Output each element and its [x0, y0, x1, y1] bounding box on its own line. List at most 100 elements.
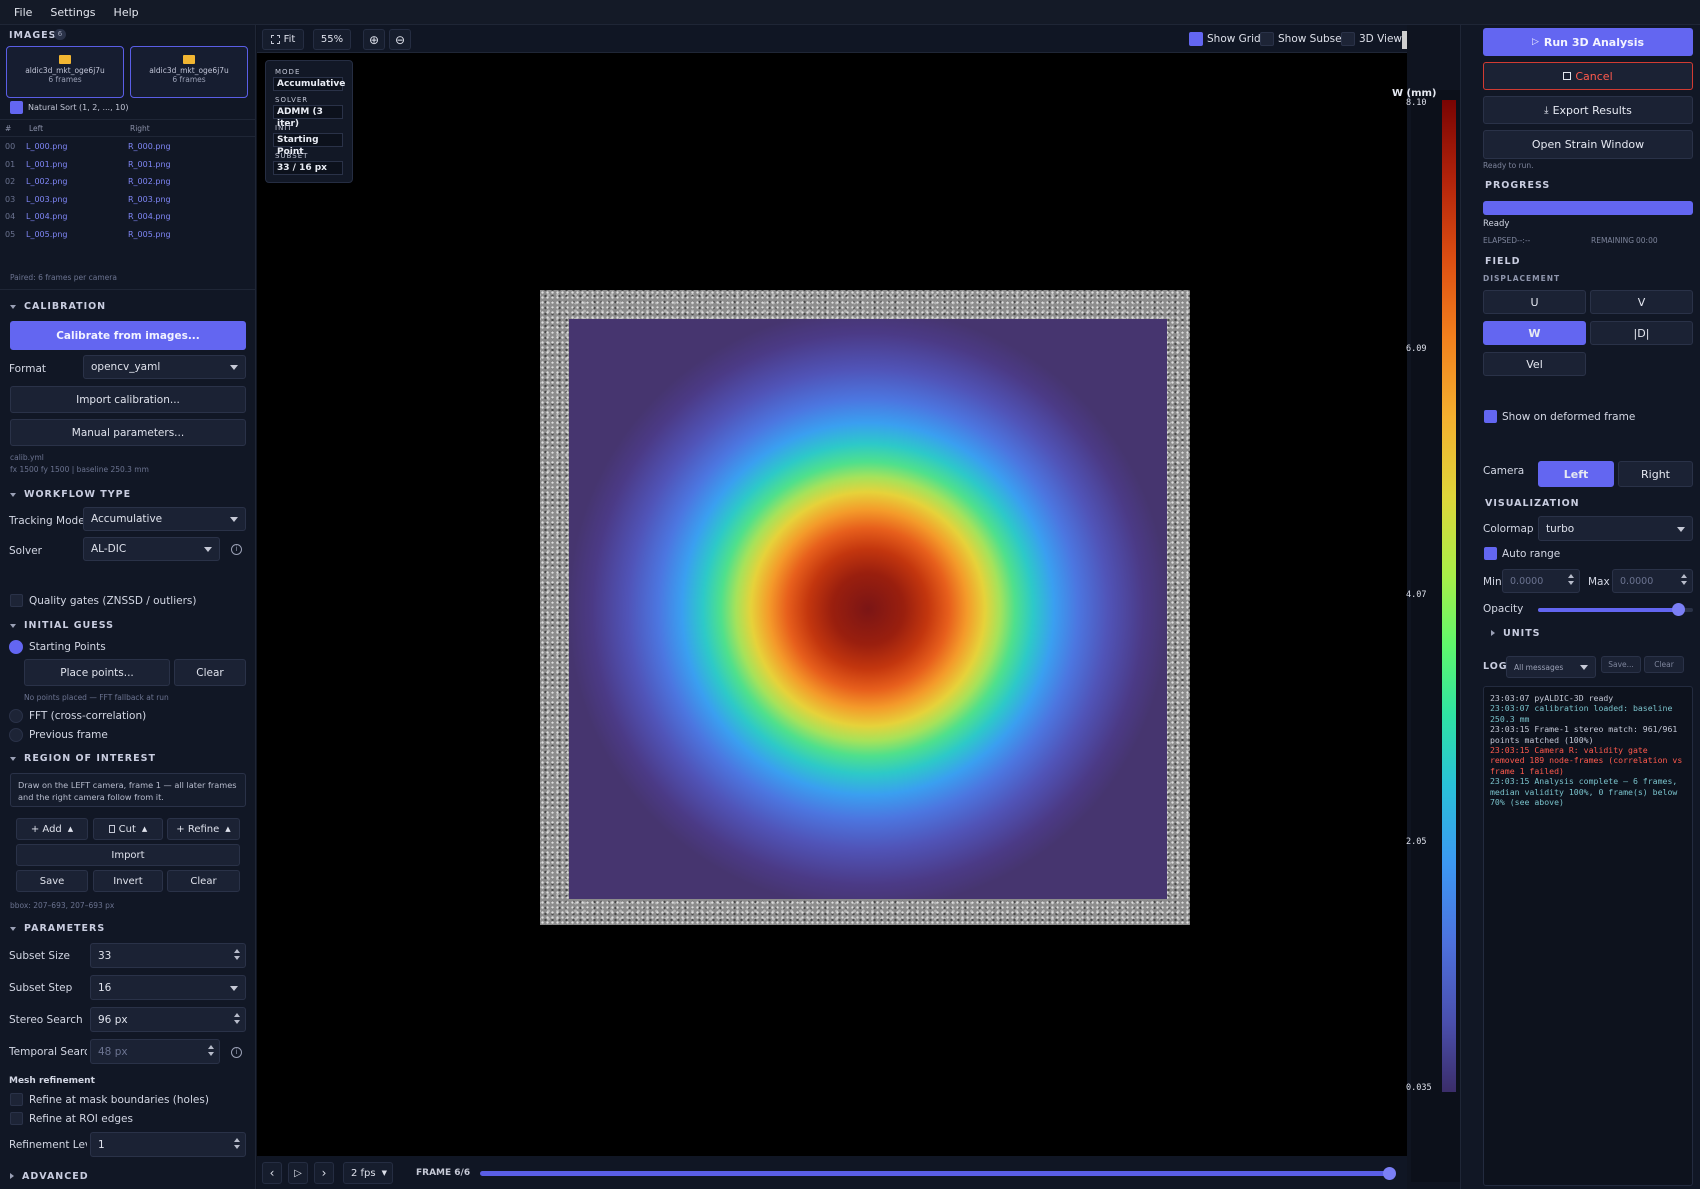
run-analysis-button[interactable]: ▷ Run 3D Analysis	[1483, 28, 1693, 56]
initial-guess-section-header[interactable]: INITIAL GUESS	[10, 620, 114, 631]
roi-add-button[interactable]: + Add ▲	[16, 818, 88, 840]
left-image-link[interactable]: L_002.png	[26, 177, 68, 186]
auto-range-checkbox[interactable]	[1484, 547, 1497, 560]
prev-frame-icon[interactable]: ‹	[262, 1162, 282, 1184]
stereo-search-spinbox[interactable]: 96 px	[90, 1007, 246, 1032]
roi-save-button[interactable]: Save	[16, 870, 88, 892]
left-image-link[interactable]: L_000.png	[26, 142, 68, 151]
zoom-out-icon[interactable]: ⊖	[389, 29, 411, 50]
field-v-button[interactable]: V	[1590, 290, 1693, 314]
units-section-header[interactable]: UNITS	[1491, 628, 1541, 639]
spin-arrows-icon[interactable]	[207, 1042, 215, 1059]
subset-step-select[interactable]: 16	[90, 975, 246, 1000]
menu-file[interactable]: File	[14, 6, 32, 19]
info-icon[interactable]: i	[231, 1047, 242, 1058]
field-u-button[interactable]: U	[1483, 290, 1586, 314]
fft-radio[interactable]	[9, 709, 23, 723]
image-folder-card-right[interactable]: aldic3d_mkt_oge6j7u 6 frames	[130, 46, 248, 98]
export-results-button[interactable]: ⤓ Export Results	[1483, 96, 1693, 124]
zoom-in-icon[interactable]: ⊕	[363, 29, 385, 50]
starting-points-radio[interactable]	[9, 640, 23, 654]
log-filter-select[interactable]: All messages	[1506, 656, 1596, 678]
subset-size-spinbox[interactable]: 33	[90, 943, 246, 968]
cancel-label: Cancel	[1575, 69, 1613, 83]
spin-arrows-icon[interactable]	[1567, 571, 1575, 588]
log-clear-button[interactable]: Clear	[1644, 656, 1684, 673]
mode-value: Accumulative	[273, 77, 345, 91]
camera-right-button[interactable]: Right	[1618, 461, 1693, 487]
field-vel-button[interactable]: Vel	[1483, 352, 1586, 376]
spin-arrows-icon[interactable]	[233, 1135, 241, 1152]
roi-refine-button[interactable]: + Refine ▲	[167, 818, 240, 840]
fit-button[interactable]: Fit	[262, 29, 304, 50]
right-image-link[interactable]: R_001.png	[128, 160, 171, 169]
fps-select[interactable]: 2 fps ▼	[343, 1162, 393, 1184]
calibration-section-header[interactable]: CALIBRATION	[10, 301, 106, 312]
show-grid-checkbox[interactable]	[1189, 32, 1203, 46]
roi-import-button[interactable]: Import	[16, 844, 240, 866]
menu-help[interactable]: Help	[114, 6, 139, 19]
color-swatch[interactable]	[1402, 31, 1407, 49]
opacity-slider-track[interactable]	[1538, 603, 1693, 616]
menu-bar: File Settings Help	[0, 0, 1700, 25]
manual-parameters-button[interactable]: Manual parameters...	[10, 419, 246, 446]
min-spinbox[interactable]: 0.0000	[1502, 569, 1580, 593]
spin-arrows-icon[interactable]	[1680, 571, 1688, 588]
speckle-image[interactable]	[540, 290, 1190, 925]
format-select[interactable]: opencv_yaml	[83, 355, 246, 379]
next-frame-icon[interactable]: ›	[314, 1162, 334, 1184]
calibrate-button[interactable]: Calibrate from images...	[10, 321, 246, 350]
right-image-link[interactable]: R_004.png	[128, 212, 171, 221]
left-image-link[interactable]: L_005.png	[26, 230, 68, 239]
log-save-button[interactable]: Save...	[1601, 656, 1641, 673]
open-strain-button[interactable]: Open Strain Window	[1483, 130, 1693, 159]
show-subset-checkbox[interactable]	[1260, 32, 1274, 46]
3d-view-checkbox[interactable]	[1341, 32, 1355, 46]
field-d-button[interactable]: |D|	[1590, 321, 1693, 345]
right-image-link[interactable]: R_002.png	[128, 177, 171, 186]
camera-left-button[interactable]: Left	[1538, 461, 1614, 487]
menu-settings[interactable]: Settings	[50, 6, 95, 19]
frame-slider-track[interactable]	[480, 1171, 1390, 1176]
opacity-slider-handle[interactable]	[1671, 603, 1685, 616]
tracking-mode-select[interactable]: Accumulative	[83, 507, 246, 531]
advanced-section-header[interactable]: ADVANCED	[10, 1171, 89, 1182]
roi-clear-button[interactable]: Clear	[167, 870, 240, 892]
left-image-link[interactable]: L_003.png	[26, 195, 68, 204]
spin-arrows-icon[interactable]	[233, 1010, 241, 1027]
roi-invert-button[interactable]: Invert	[93, 870, 163, 892]
solver-select[interactable]: AL-DIC	[83, 537, 220, 561]
image-folder-card-left[interactable]: aldic3d_mkt_oge6j7u 6 frames	[6, 46, 124, 98]
import-calibration-button[interactable]: Import calibration...	[10, 386, 246, 413]
temporal-search-spinbox[interactable]: 48 px	[90, 1039, 220, 1064]
quality-gates-checkbox[interactable]	[10, 594, 23, 607]
right-image-link[interactable]: R_003.png	[128, 195, 171, 204]
left-image-link[interactable]: L_001.png	[26, 160, 68, 169]
roi-cut-button[interactable]: Cut ▲	[93, 818, 163, 840]
frame-slider-handle[interactable]	[1383, 1167, 1396, 1180]
refine-roi-edges-checkbox[interactable]	[10, 1112, 23, 1125]
refine-mask-checkbox[interactable]	[10, 1093, 23, 1106]
max-spinbox[interactable]: 0.0000	[1612, 569, 1693, 593]
roi-section-header[interactable]: REGION OF INTEREST	[10, 753, 156, 764]
place-points-button[interactable]: Place points...	[24, 659, 170, 686]
previous-frame-radio[interactable]	[9, 728, 23, 742]
left-image-link[interactable]: L_004.png	[26, 212, 68, 221]
show-deformed-checkbox[interactable]	[1484, 410, 1497, 423]
info-icon[interactable]: i	[231, 544, 242, 555]
cancel-button[interactable]: Cancel	[1483, 62, 1693, 90]
field-w-button[interactable]: W	[1483, 321, 1586, 345]
natural-sort-checkbox[interactable]	[10, 101, 23, 114]
spin-arrows-icon[interactable]	[233, 946, 241, 963]
log-output[interactable]: 23:03:07 pyALDIC-3D ready 23:03:07 calibr…	[1483, 686, 1693, 1186]
play-icon[interactable]: ▷	[288, 1162, 308, 1184]
colormap-select[interactable]: turbo	[1538, 516, 1693, 541]
col-right: Right	[130, 124, 150, 133]
right-image-link[interactable]: R_005.png	[128, 230, 171, 239]
refinement-level-spinbox[interactable]: 1	[90, 1132, 246, 1157]
parameters-section-header[interactable]: PARAMETERS	[10, 923, 105, 934]
workflow-section-header[interactable]: WORKFLOW TYPE	[10, 489, 131, 500]
right-image-link[interactable]: R_000.png	[128, 142, 171, 151]
zoom-level[interactable]: 55%	[313, 29, 351, 50]
clear-points-button[interactable]: Clear	[174, 659, 246, 686]
